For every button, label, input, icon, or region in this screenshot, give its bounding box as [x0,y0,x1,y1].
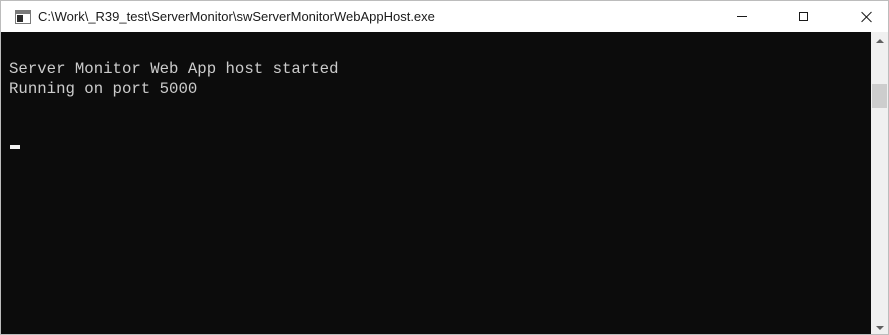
scroll-down-arrow-icon [875,325,884,330]
console-line: Running on port 5000 [9,80,198,98]
title-bar[interactable]: C:\Work\_R39_test\ServerMonitor\swServer… [1,1,888,32]
close-icon [861,11,873,23]
window-title: C:\Work\_R39_test\ServerMonitor\swServer… [38,9,435,24]
scroll-down-button[interactable] [871,319,888,334]
maximize-icon [798,12,808,21]
console-line: Server Monitor Web App host started [9,60,339,78]
console-window: C:\Work\_R39_test\ServerMonitor\swServer… [0,0,889,335]
minimize-button[interactable] [719,1,765,32]
console-app-icon[interactable] [15,10,31,24]
vertical-scrollbar[interactable] [871,32,888,334]
minimize-icon [737,16,747,17]
scroll-up-arrow-icon [875,38,884,43]
scroll-up-button[interactable] [871,32,888,49]
scroll-thumb[interactable] [872,84,887,108]
console-output-area[interactable]: Server Monitor Web App host started Runn… [1,32,871,334]
maximize-button[interactable] [780,1,826,32]
close-button[interactable] [844,1,888,32]
text-cursor [10,145,20,149]
